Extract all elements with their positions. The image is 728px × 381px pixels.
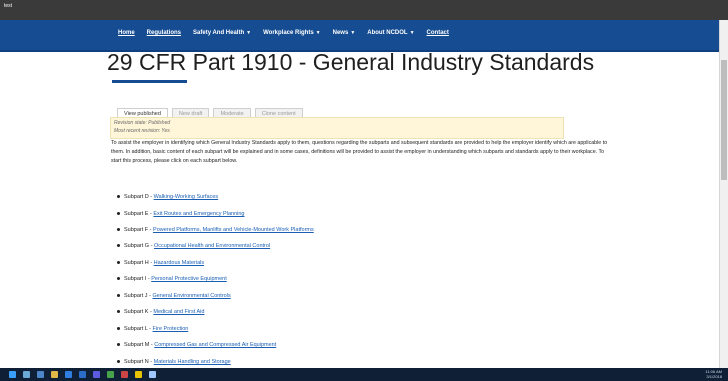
list-item: Subpart N - Materials Handling and Stora… — [117, 359, 231, 365]
subpart-link[interactable]: Compressed Gas and Compressed Air Equipm… — [154, 342, 276, 348]
nav-item-home[interactable]: Home — [118, 30, 135, 36]
list-item: Subpart J - General Environmental Contro… — [117, 293, 231, 299]
nav-item-label: Home — [118, 30, 135, 36]
page-title: 29 CFR Part 1910 - General Industry Stan… — [107, 49, 595, 75]
subpart-label: Subpart N - — [124, 359, 154, 365]
subpart-link[interactable]: Medical and First Aid — [153, 309, 204, 315]
nav-item-label: Safety And Health — [193, 30, 245, 36]
revision-recent: Most recent revision: Yes — [114, 128, 170, 134]
revision-status-box: Revision state: Published Most recent re… — [110, 117, 564, 139]
list-item: Subpart I - Personal Protective Equipmen… — [117, 276, 227, 282]
subpart-label: Subpart L - — [124, 326, 153, 332]
bullet-icon — [117, 294, 120, 298]
subpart-link[interactable]: Powered Platforms, Manlifts and Vehicle-… — [153, 227, 314, 233]
revision-state: Revision state: Published — [114, 120, 171, 126]
subpart-label: Subpart G - — [124, 243, 154, 249]
app3-icon[interactable] — [135, 371, 142, 378]
subpart-label: Subpart D - — [124, 194, 154, 200]
list-item: Subpart L - Fire Protection — [117, 326, 188, 332]
clock-date: 3/1/2018 — [706, 374, 722, 379]
bullet-icon — [117, 195, 120, 199]
scrollbar-thumb[interactable] — [721, 60, 727, 180]
bullet-icon — [117, 212, 120, 216]
subpart-label: Subpart E - — [124, 211, 154, 217]
subpart-label: Subpart M - — [124, 342, 155, 348]
subpart-link[interactable]: Materials Handling and Storage — [154, 359, 231, 365]
store-icon[interactable] — [93, 371, 100, 378]
nav-item-regulations[interactable]: Regulations — [147, 30, 181, 36]
subpart-link[interactable]: Fire Protection — [153, 326, 189, 332]
subpart-label: Subpart F - — [124, 227, 154, 233]
browser-icon[interactable] — [65, 371, 72, 378]
list-item: Subpart H - Hazardous Materials — [117, 260, 204, 266]
list-item: Subpart D - Walking-Working Surfaces — [117, 194, 218, 200]
search-icon[interactable] — [23, 371, 30, 378]
list-item: Subpart G - Occupational Health and Envi… — [117, 243, 270, 249]
browser-title-bar: test — [0, 0, 728, 20]
nav-item-label: About NCDOL — [367, 30, 408, 36]
app2-icon[interactable] — [121, 371, 128, 378]
nav-item-label: Workplace Rights — [263, 30, 314, 36]
window-title: test — [4, 3, 13, 9]
chevron-down-icon: ▼ — [246, 30, 252, 36]
nav-item-about-ncdol[interactable]: About NCDOL ▼ — [367, 30, 414, 36]
bullet-icon — [117, 228, 120, 232]
bullet-icon — [117, 360, 120, 364]
subpart-link[interactable]: General Environmental Controls — [152, 293, 230, 299]
list-item: Subpart F - Powered Platforms, Manlifts … — [117, 227, 314, 233]
bullet-icon — [117, 310, 120, 314]
taskbar: 11:06 AM 3/1/2018 — [0, 368, 728, 381]
subpart-link[interactable]: Exit Routes and Emergency Planning — [153, 211, 244, 217]
bullet-icon — [117, 327, 120, 331]
nav-item-news[interactable]: News ▼ — [333, 30, 356, 36]
subpart-link[interactable]: Hazardous Materials — [154, 260, 204, 266]
nav-item-label: Contact — [426, 30, 449, 36]
nav-item-label: Regulations — [146, 30, 182, 36]
subpart-label: Subpart H - — [124, 260, 154, 266]
subpart-link[interactable]: Walking-Working Surfaces — [154, 194, 219, 200]
app4-icon[interactable] — [149, 371, 156, 378]
task-view-icon[interactable] — [37, 371, 44, 378]
main-navigation: Home Regulations Safety And Health ▼ Workpla… — [0, 20, 720, 52]
chevron-down-icon: ▼ — [350, 30, 356, 36]
list-item: Subpart E - Exit Routes and Emergency Pl… — [117, 211, 244, 217]
subpart-label: Subpart I - — [124, 276, 152, 282]
subpart-label: Subpart K - — [124, 309, 154, 315]
bullet-icon — [117, 244, 120, 248]
nav-items: Home Regulations Safety And Health ▼ Workpla… — [118, 30, 461, 36]
app-icon[interactable] — [107, 371, 114, 378]
system-clock: 11:06 AM 3/1/2018 — [705, 369, 722, 379]
file-explorer-icon[interactable] — [51, 371, 58, 378]
list-item: Subpart M - Compressed Gas and Compresse… — [117, 342, 276, 348]
chevron-down-icon: ▼ — [409, 30, 415, 36]
subpart-link[interactable]: Occupational Health and Environmental Co… — [154, 243, 270, 249]
mail-icon[interactable] — [79, 371, 86, 378]
nav-item-workplace-rights[interactable]: Workplace Rights ▼ — [263, 30, 321, 36]
title-accent-bar — [112, 80, 187, 83]
bullet-icon — [117, 277, 120, 281]
subpart-link[interactable]: Personal Protective Equipment — [151, 276, 227, 282]
nav-item-label: News — [332, 30, 349, 36]
list-item: Subpart K - Medical and First Aid — [117, 309, 204, 315]
bullet-icon — [117, 343, 120, 347]
nav-item-safety-and-health[interactable]: Safety And Health ▼ — [193, 30, 251, 36]
start-icon[interactable] — [9, 371, 16, 378]
vertical-scrollbar[interactable] — [719, 20, 728, 368]
nav-item-contact[interactable]: Contact — [427, 30, 449, 36]
bullet-icon — [117, 261, 120, 265]
intro-paragraph: To assist the employer in identifying wh… — [111, 140, 608, 165]
chevron-down-icon: ▼ — [315, 30, 321, 36]
subpart-label: Subpart J - — [124, 293, 153, 299]
